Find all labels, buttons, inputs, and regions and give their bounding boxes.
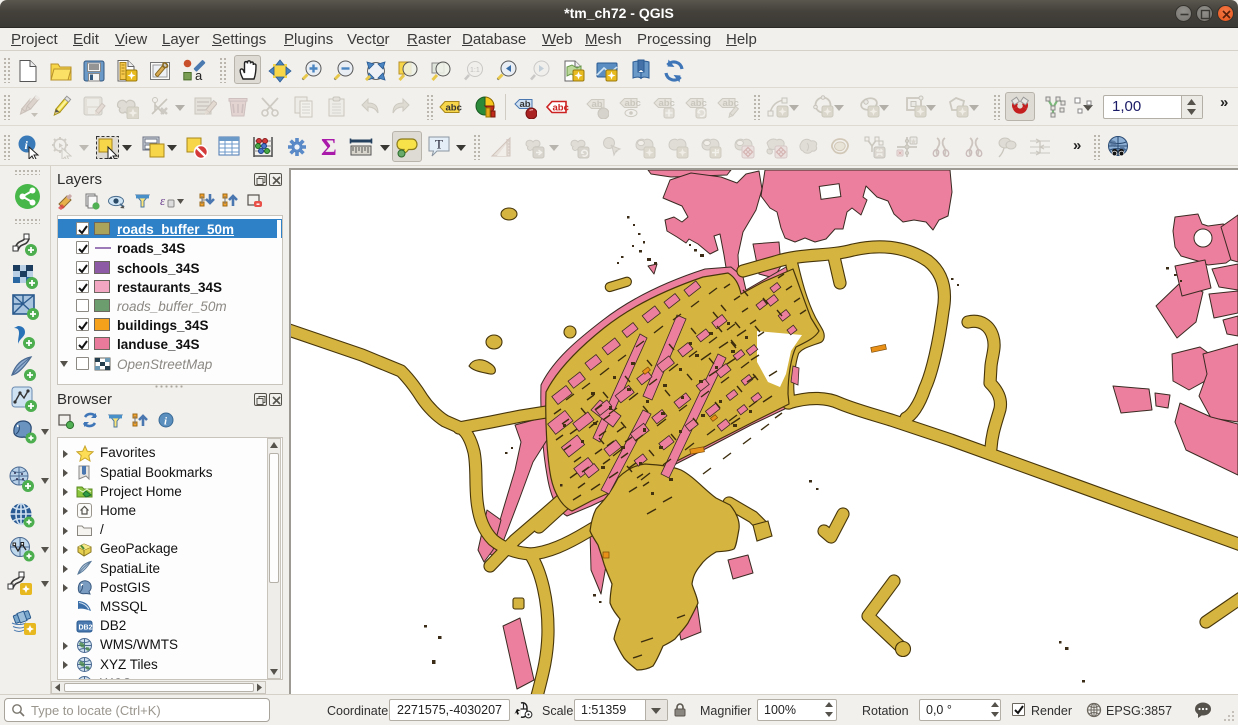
svg-text:abc: abc bbox=[659, 98, 675, 109]
svg-text:T: T bbox=[435, 137, 443, 152]
svg-text:DB2: DB2 bbox=[79, 624, 93, 631]
svg-text:abc: abc bbox=[691, 98, 707, 109]
svg-text:a: a bbox=[195, 68, 203, 83]
svg-text:abc: abc bbox=[625, 98, 641, 109]
svg-text:abc: abc bbox=[553, 103, 569, 114]
svg-text:Σ: Σ bbox=[321, 135, 337, 157]
svg-text:1:1: 1:1 bbox=[470, 67, 480, 74]
svg-text:ε: ε bbox=[160, 193, 166, 208]
svg-text:abc: abc bbox=[446, 103, 462, 114]
